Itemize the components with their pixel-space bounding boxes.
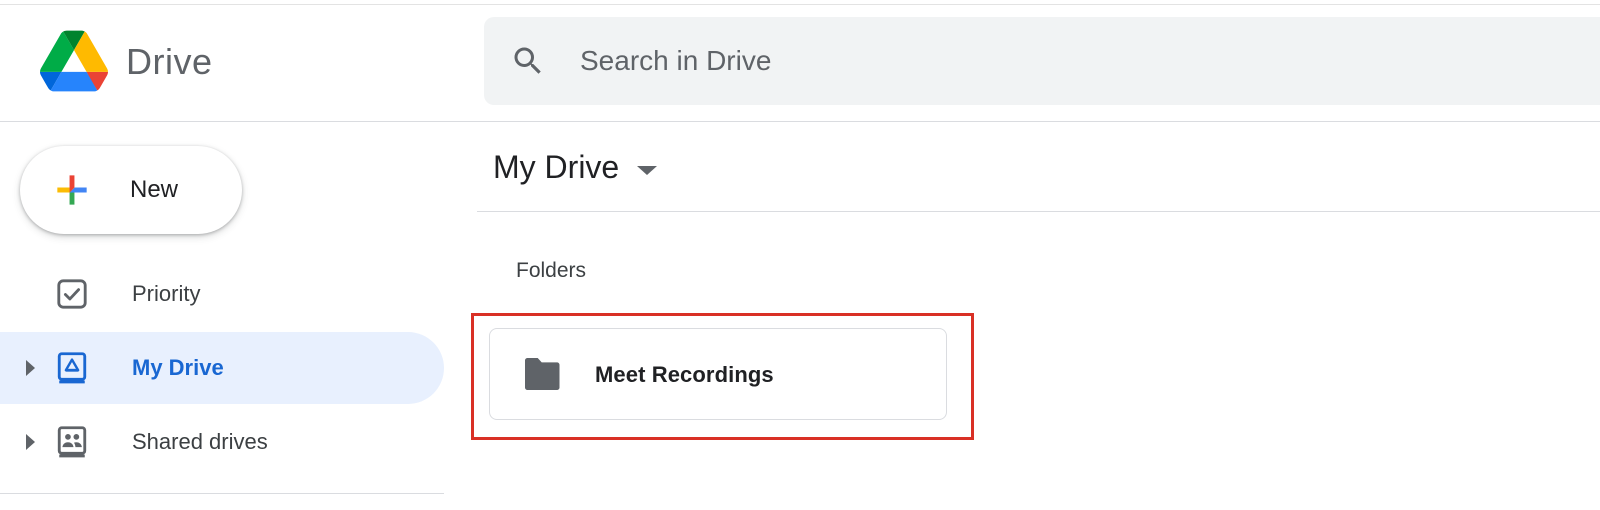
search-input[interactable] [580,39,1480,83]
title-divider [477,211,1600,212]
sidebar-item-label: Priority [132,281,201,306]
sidebar-item-priority[interactable]: Priority [0,258,444,330]
search-icon[interactable] [510,43,546,79]
page-title-dropdown[interactable]: My Drive [493,147,658,187]
drive-app: Drive New Priority [0,0,1600,510]
sidebar-item-label: Shared drives [132,429,268,454]
google-drive-logo[interactable] [40,30,108,92]
sidebar-item-shared-drives[interactable]: Shared drives [0,406,444,478]
new-button[interactable]: New [20,146,242,234]
folder-name: Meet Recordings [595,362,774,387]
sidebar-item-label: My Drive [132,355,224,380]
folder-icon [522,357,562,391]
header-divider [0,121,1600,122]
sidebar-divider [0,493,444,494]
checkbox-icon [54,276,90,312]
section-label-folders: Folders [516,259,587,282]
drive-logo-icon [40,30,108,92]
plus-icon [50,168,94,212]
folder-card[interactable]: Meet Recordings [489,328,947,420]
expand-arrow-icon[interactable] [26,360,35,376]
search-bar[interactable] [484,17,1600,105]
caret-down-icon [637,166,658,176]
expand-arrow-icon[interactable] [26,434,35,450]
page-title: My Drive [493,149,620,185]
product-name: Drive [126,41,213,82]
new-button-label: New [130,176,179,203]
top-divider [0,4,1600,5]
shared-drives-icon [54,424,90,460]
my-drive-icon [54,350,90,386]
sidebar-item-my-drive[interactable]: My Drive [0,332,444,404]
